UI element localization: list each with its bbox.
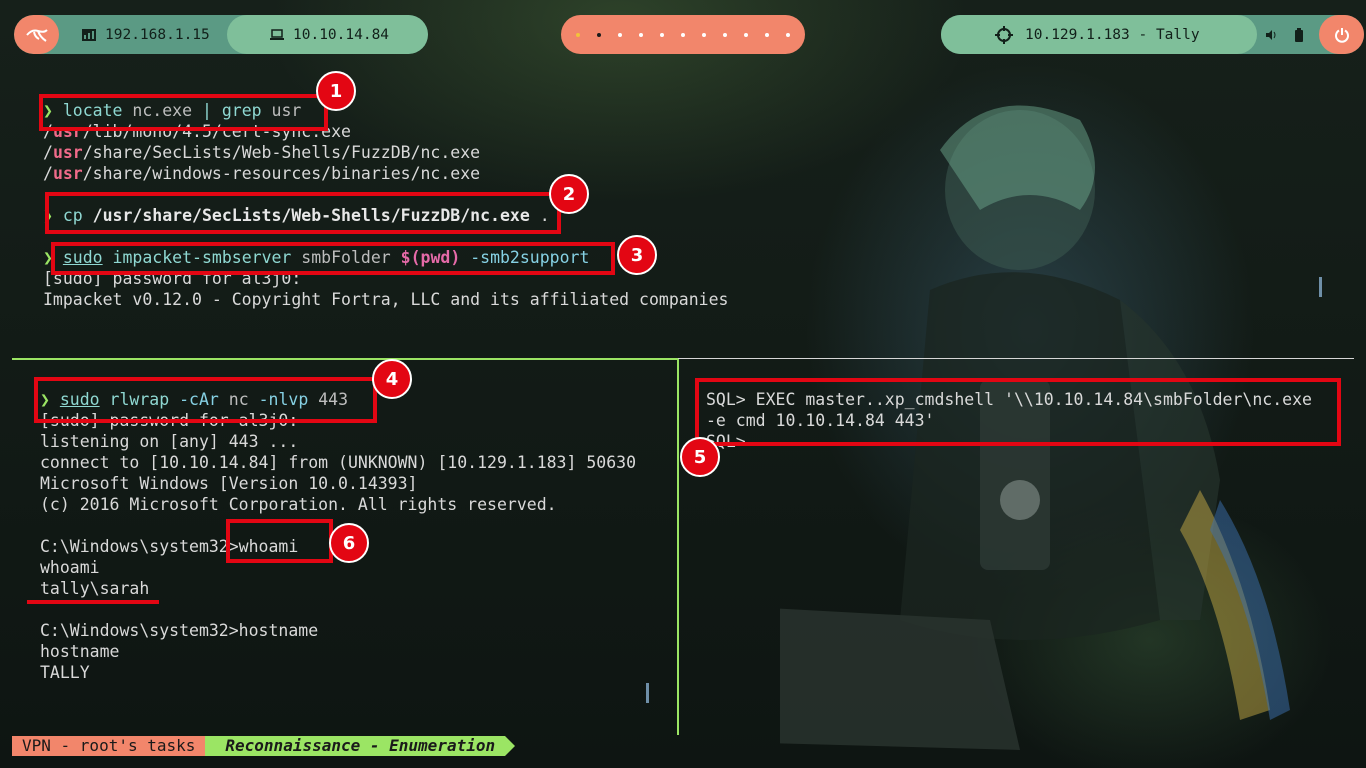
annotation-box-3 — [51, 242, 615, 275]
shell-output-line: C:\Windows\system32>hostname — [40, 621, 319, 640]
workspace-dot-10[interactable] — [765, 32, 770, 37]
workspace-dot-4[interactable] — [638, 32, 643, 37]
annotation-underline-user — [27, 600, 159, 604]
crosshair-icon — [995, 25, 1013, 44]
vpn-ip-text: 10.10.14.84 — [293, 26, 390, 43]
workspace-dot-3[interactable] — [617, 32, 622, 37]
shell-output-line: listening on [any] 443 ... — [40, 432, 299, 451]
annotation-badge-2: 2 — [549, 174, 589, 214]
impacket-banner: Impacket v0.12.0 - Copyright Fortra, LLC… — [43, 290, 729, 309]
shell-output-line: connect to [10.10.14.84] from (UNKNOWN) … — [40, 453, 637, 472]
workspace-dot-9[interactable] — [744, 32, 749, 37]
locate-result-3: /usr/share/windows-resources/binaries/nc… — [43, 164, 481, 183]
annotation-box-5 — [695, 378, 1341, 446]
annotation-badge-1: 1 — [316, 71, 356, 111]
network-icon — [82, 28, 96, 41]
laptop-icon — [270, 28, 284, 40]
annotation-box-6 — [226, 519, 333, 563]
workspace-dot-8[interactable] — [723, 32, 728, 37]
shell-output-line: Microsoft Windows [Version 10.0.14393] — [40, 474, 418, 493]
target-pill: 10.129.1.183 - Tally — [941, 15, 1364, 54]
pane-divider-horizontal[interactable] — [12, 358, 1354, 360]
shell-output-line: TALLY — [40, 663, 90, 682]
power-icon — [1334, 27, 1349, 43]
annotation-badge-3: 3 — [617, 235, 657, 275]
status-window-tab[interactable]: Reconnaissance - Enumeration — [205, 736, 515, 756]
shell-output-line: hostname — [40, 642, 120, 661]
workspace-dot-7[interactable] — [702, 32, 706, 37]
scroll-indicator[interactable] — [1319, 277, 1322, 297]
annotation-badge-6: 6 — [329, 523, 369, 563]
workspace-dot-2[interactable] — [596, 32, 601, 37]
workspace-dot-1[interactable] — [575, 32, 580, 37]
pane-divider-vertical[interactable] — [677, 359, 679, 735]
shell-output-line: (c) 2016 Microsoft Corporation. All righ… — [40, 495, 557, 514]
tmux-status-bar: VPN - root's tasks Reconnaissance - Enum… — [12, 736, 515, 756]
status-session-tab[interactable]: VPN - root's tasks — [12, 736, 216, 756]
annotation-badge-5: 5 — [680, 437, 720, 477]
battery-icon[interactable] — [1285, 27, 1313, 42]
workspace-dot-5[interactable] — [659, 32, 664, 37]
power-button[interactable] — [1319, 15, 1364, 54]
shell-output-line: tally\sarah — [40, 579, 150, 598]
kali-logo-button[interactable] — [14, 15, 59, 54]
annotation-box-2 — [45, 192, 561, 234]
network-pill: 192.168.1.15 10.10.14.84 — [14, 15, 428, 54]
volume-icon[interactable] — [1257, 29, 1285, 41]
annotation-box-4 — [34, 377, 377, 423]
local-ip-text: 192.168.1.15 — [105, 26, 210, 43]
vpn-ip: 10.10.14.84 — [227, 15, 428, 54]
target-text: 10.129.1.183 - Tally — [1025, 26, 1200, 43]
scroll-indicator-left[interactable] — [646, 683, 649, 703]
shell-output-line: whoami — [40, 558, 100, 577]
workspace-dot-6[interactable] — [680, 32, 685, 37]
dragon-icon — [25, 28, 48, 42]
workspace-dot-11[interactable] — [786, 32, 791, 37]
locate-result-2: /usr/share/SecLists/Web-Shells/FuzzDB/nc… — [43, 143, 481, 162]
target-indicator: 10.129.1.183 - Tally — [941, 15, 1257, 54]
annotation-badge-4: 4 — [372, 359, 412, 399]
workspace-switcher — [561, 15, 805, 54]
local-ip: 192.168.1.15 — [67, 15, 227, 54]
annotation-box-1 — [39, 94, 328, 131]
